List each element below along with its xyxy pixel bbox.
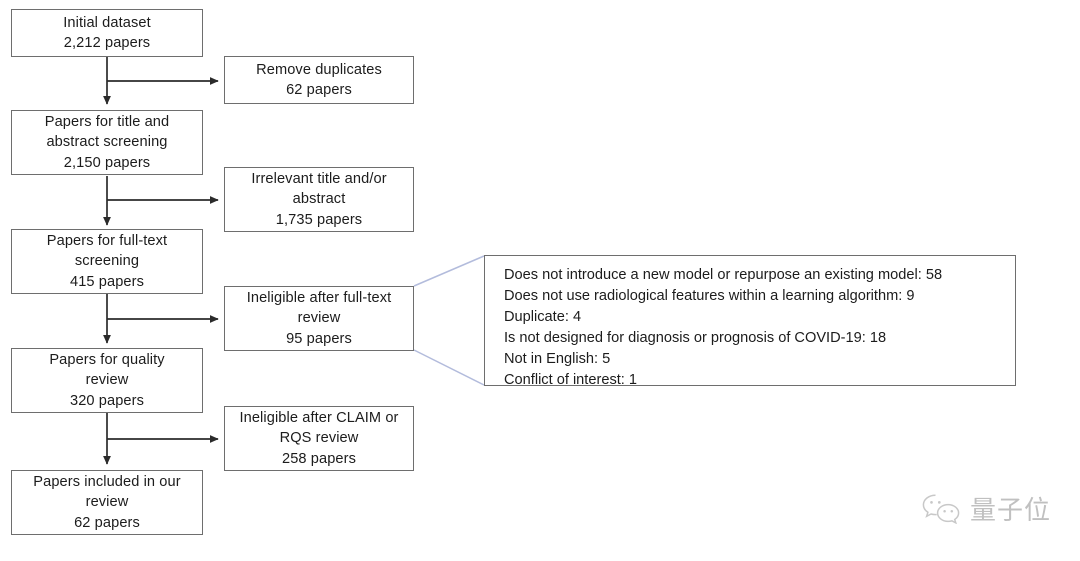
node-ineligible-full-text[interactable]: Ineligible after full-text review 95 pap… xyxy=(224,286,414,351)
node-line: Initial dataset xyxy=(63,14,151,31)
node-quality-review[interactable]: Papers for quality review 320 papers xyxy=(11,348,203,413)
node-line: 62 papers xyxy=(286,82,352,98)
callout-leader-top xyxy=(413,255,485,287)
node-ineligible-claim-rqs[interactable]: Ineligible after CLAIM or RQS review 258… xyxy=(224,406,414,471)
node-line: review xyxy=(85,494,129,511)
callout-line: Does not use radiological features withi… xyxy=(504,288,915,304)
node-line: abstract screening xyxy=(46,134,168,151)
node-line: 95 papers xyxy=(286,330,352,347)
callout-leader-bottom xyxy=(413,349,485,386)
callout-line: Does not introduce a new model or repurp… xyxy=(504,267,943,283)
node-line: 1,735 papers xyxy=(275,211,363,228)
node-line: RQS review xyxy=(279,430,359,447)
node-line: 258 papers xyxy=(281,450,357,467)
node-line: Remove duplicates xyxy=(256,61,382,78)
node-line: Papers included in our xyxy=(33,473,181,490)
node-full-text-screening[interactable]: Papers for full-text screening 415 paper… xyxy=(11,229,203,294)
callout-exclusion-reasons[interactable]: Does not introduce a new model or repurp… xyxy=(484,255,1016,388)
node-included-in-review[interactable]: Papers included in our review 62 papers xyxy=(11,470,203,535)
node-irrelevant-title-abstract[interactable]: Irrelevant title and/or abstract 1,735 p… xyxy=(224,167,414,232)
callout-line: Conflict of interest: 1 xyxy=(504,372,638,388)
node-line: review xyxy=(85,372,129,389)
node-line: review xyxy=(297,310,341,327)
node-line: Papers for quality xyxy=(49,351,165,368)
node-line: Papers for title and xyxy=(44,113,170,130)
node-line: Ineligible after full-text xyxy=(246,289,392,306)
node-title-abstract-screening[interactable]: Papers for title and abstract screening … xyxy=(11,110,203,175)
callout-line: Duplicate: 4 xyxy=(504,309,582,325)
flowchart: Initial dataset 2,212 papers Papers for … xyxy=(0,0,1080,561)
node-initial-dataset[interactable]: Initial dataset 2,212 papers xyxy=(11,9,203,57)
node-line: screening xyxy=(74,253,140,270)
wechat-icon xyxy=(920,492,962,529)
node-line: 62 papers xyxy=(74,514,140,531)
watermark: 量子位 xyxy=(920,492,1051,529)
node-line: 2,212 papers xyxy=(63,35,151,51)
node-line: Irrelevant title and/or xyxy=(251,170,387,187)
node-line: 2,150 papers xyxy=(63,154,151,171)
node-line: Ineligible after CLAIM or xyxy=(239,409,399,426)
callout-line: Is not designed for diagnosis or prognos… xyxy=(504,330,887,346)
node-line: Papers for full-text xyxy=(46,232,168,249)
node-remove-duplicates[interactable]: Remove duplicates 62 papers xyxy=(224,56,414,104)
node-line: 415 papers xyxy=(69,273,145,290)
callout-line: Not in English: 5 xyxy=(504,351,611,367)
node-line: abstract xyxy=(292,191,346,208)
node-line: 320 papers xyxy=(69,392,145,409)
watermark-text: 量子位 xyxy=(970,495,1052,526)
